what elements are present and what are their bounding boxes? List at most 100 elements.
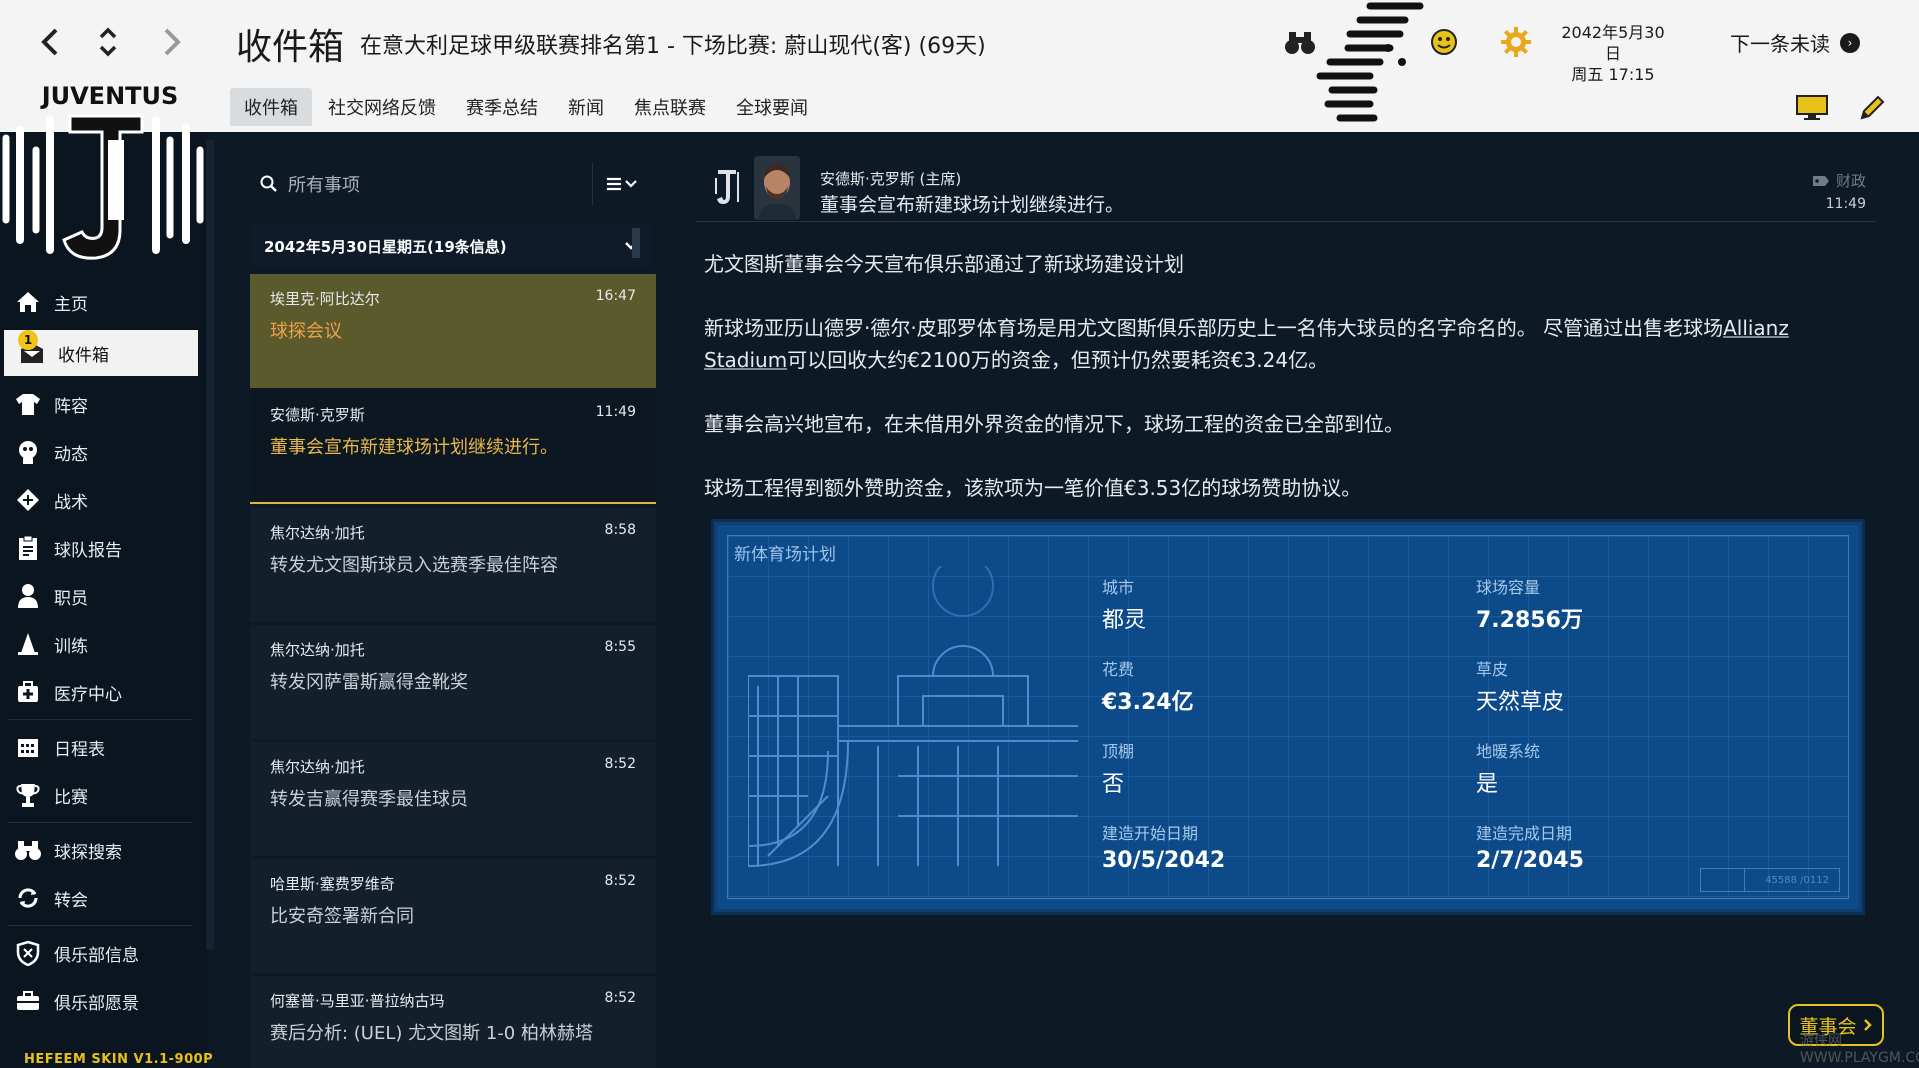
tab-world-news[interactable]: 全球要闻 (722, 88, 822, 126)
tab-season-summary[interactable]: 赛季总结 (452, 88, 552, 126)
sidebar-item-club-info[interactable]: 俱乐部信息 (0, 929, 200, 977)
next-unread-button[interactable]: 下一条未读 › (1730, 28, 1860, 57)
message-item[interactable]: 焦尔达纳·加托 8:58 转发尤文图斯球员入选赛季最佳阵容 (250, 508, 656, 622)
sidebar-item-label: 动态 (54, 444, 88, 465)
expand-button[interactable] (88, 22, 128, 62)
date-group-header[interactable]: 2042年5月30日星期五(19条信息) (250, 224, 650, 268)
message-item[interactable]: 焦尔达纳·加托 8:52 转发吉赢得赛季最佳球员 (250, 742, 656, 856)
message-detail-panel: 安德斯·克罗斯 (主席) 董事会宣布新建球场计划继续进行。 财政 11:49 尤… (696, 132, 1896, 1068)
trophy-icon (14, 781, 42, 809)
message-sender: 焦尔达纳·加托 (270, 641, 365, 659)
sidebar-item-squad[interactable]: 阵容 (0, 380, 200, 428)
message-body: 尤文图斯董事会今天宣布俱乐部通过了新球场建设计划 新球场亚历山德罗·德尔·皮耶罗… (704, 248, 1854, 536)
sidebar-item-label: 俱乐部愿景 (54, 993, 139, 1014)
juventus-logo-icon: JUVENTUS (2, 82, 204, 260)
tab-news[interactable]: 新闻 (554, 88, 618, 126)
sender-avatar[interactable] (754, 156, 800, 220)
message-sender: 何塞普·马里亚·普拉纳古玛 (270, 992, 445, 1010)
staff-icon (14, 582, 42, 610)
message-time: 8:52 (604, 756, 636, 772)
search-input[interactable]: 所有事项 (288, 171, 360, 197)
message-sender: 焦尔达纳·加托 (270, 524, 365, 542)
body-text-segment: 可以回收大约€2100万的资金，但预计仍然要耗资€3.24亿。 (787, 348, 1329, 372)
message-time: 8:55 (604, 639, 636, 655)
pencil-icon (1860, 95, 1885, 120)
message-item-selected[interactable]: 安德斯·克罗斯 11:49 董事会宣布新建球场计划继续进行。 (250, 390, 656, 504)
sidebar-item-tactics[interactable]: 战术 (0, 476, 200, 524)
sidebar-item-label: 职员 (54, 588, 88, 609)
search-icon (260, 175, 277, 192)
sidebar-item-team-report[interactable]: 球队报告 (0, 524, 200, 572)
skin-version-label: HEFEEM SKIN V1.1-900P (24, 1052, 214, 1067)
sidebar-item-label: 俱乐部信息 (54, 945, 139, 966)
tab-inbox[interactable]: 收件箱 (230, 88, 312, 126)
field-end-date: 建造完成日期 2/7/2045 (1476, 820, 1776, 873)
message-sender: 安德斯·克罗斯 (270, 406, 365, 424)
blueprint-code-text: 45588 /0112 (1765, 874, 1829, 886)
sidebar-item-inbox[interactable]: 1 收件箱 (4, 330, 198, 376)
message-item[interactable]: 何塞普·马里亚·普拉纳古玛 8:52 赛后分析: (UEL) 尤文图斯 1-0 … (250, 976, 656, 1068)
dynamics-icon (14, 438, 42, 466)
club-logo[interactable]: JUVENTUS (0, 80, 220, 270)
site-watermark: 游侠网 WWW.PLAYGM.CC (1800, 1033, 1919, 1066)
sidebar-item-competitions[interactable]: 比赛 (0, 771, 200, 819)
field-value: 天然草皮 (1476, 690, 1565, 715)
message-item[interactable]: 埃里克·阿比达尔 16:47 球探会议 (250, 274, 656, 388)
message-from: 安德斯·克罗斯 (主席) (820, 170, 962, 188)
sidebar-item-scouting[interactable]: 球探搜索 (0, 826, 200, 874)
sidebar-item-schedule[interactable]: 日程表 (0, 723, 200, 771)
sidebar-item-staff[interactable]: 职员 (0, 572, 200, 620)
unread-badge: 1 (18, 330, 38, 350)
sidebar-item-medical[interactable]: 医疗中心 (0, 668, 200, 716)
sidebar-item-training[interactable]: 训练 (0, 620, 200, 668)
sidebar-item-label: 球探搜索 (54, 842, 122, 863)
game-date-line2: 周五 17:15 (1571, 65, 1655, 84)
sidebar-item-home[interactable]: 主页 (0, 278, 200, 326)
blueprint-code: 45588 /0112 (1700, 868, 1840, 892)
binoculars-icon (14, 836, 42, 864)
up-down-chevron-icon (99, 27, 117, 57)
game-date[interactable]: 2042年5月30日 周五 17:15 (1558, 22, 1668, 85)
menu-divider (8, 822, 192, 823)
field-value: 是 (1476, 772, 1499, 797)
tab-focus-leagues[interactable]: 焦点联赛 (620, 88, 720, 126)
sidebar-item-dynamics[interactable]: 动态 (0, 428, 200, 476)
sidebar-item-transfers[interactable]: 转会 (0, 874, 200, 922)
message-subject: 转发吉赢得赛季最佳球员 (270, 789, 468, 810)
message-item[interactable]: 哈里斯·塞费罗维奇 8:52 比安奇签署新合同 (250, 859, 656, 973)
field-label: 城市 (1102, 578, 1135, 597)
field-label: 地暖系统 (1476, 742, 1541, 761)
forward-button[interactable] (152, 22, 192, 62)
sidebar-item-club-vision[interactable]: 俱乐部愿景 (0, 977, 200, 1025)
message-subject: 董事会宣布新建球场计划继续进行。 (270, 437, 558, 458)
field-value: €3.24亿 (1102, 690, 1194, 715)
sidebar-item-label: 医疗中心 (54, 684, 122, 705)
message-subject: 球探会议 (270, 321, 342, 342)
tab-social-feedback[interactable]: 社交网络反馈 (314, 88, 450, 126)
tab-bar: 收件箱 社交网络反馈 赛季总结 新闻 焦点联赛 全球要闻 (230, 88, 824, 128)
person-portrait-icon (754, 156, 800, 220)
report-icon (14, 534, 42, 562)
sidebar-item-label: 战术 (54, 492, 88, 513)
edit-button[interactable] (1852, 92, 1892, 124)
display-mode-button[interactable] (1792, 92, 1832, 124)
back-button[interactable] (30, 22, 70, 62)
field-capacity: 球场容量 7.2856万 (1476, 574, 1776, 634)
message-time: 11:49 (595, 404, 636, 420)
page-title: 收件箱 (236, 27, 345, 68)
menu-divider (8, 925, 192, 926)
filter-menu-button[interactable] (592, 162, 650, 206)
list-scrollbar[interactable] (632, 228, 640, 258)
message-item[interactable]: 焦尔达纳·加托 8:55 转发冈萨雷斯赢得金靴奖 (250, 625, 656, 739)
message-time: 8:52 (604, 873, 636, 889)
main-menu: 主页 1 收件箱 阵容 动态 战术 球队报告 职员 训练 医疗中心 日程表 比赛… (0, 278, 200, 1025)
board-confidence-button[interactable] (1426, 24, 1462, 60)
sidebar-item-label: 收件箱 (58, 345, 109, 366)
arrow-right-icon: › (1840, 32, 1860, 53)
settings-button[interactable] (1496, 22, 1536, 62)
chevron-left-icon (41, 28, 58, 56)
search-box[interactable]: 所有事项 (250, 162, 580, 206)
scout-search-button[interactable] (1280, 24, 1320, 60)
message-time: 8:58 (604, 522, 636, 538)
top-bar: 收件箱 在意大利足球甲级联赛排名第1 - 下场比赛: 蔚山现代(客) (69天)… (0, 0, 1919, 132)
